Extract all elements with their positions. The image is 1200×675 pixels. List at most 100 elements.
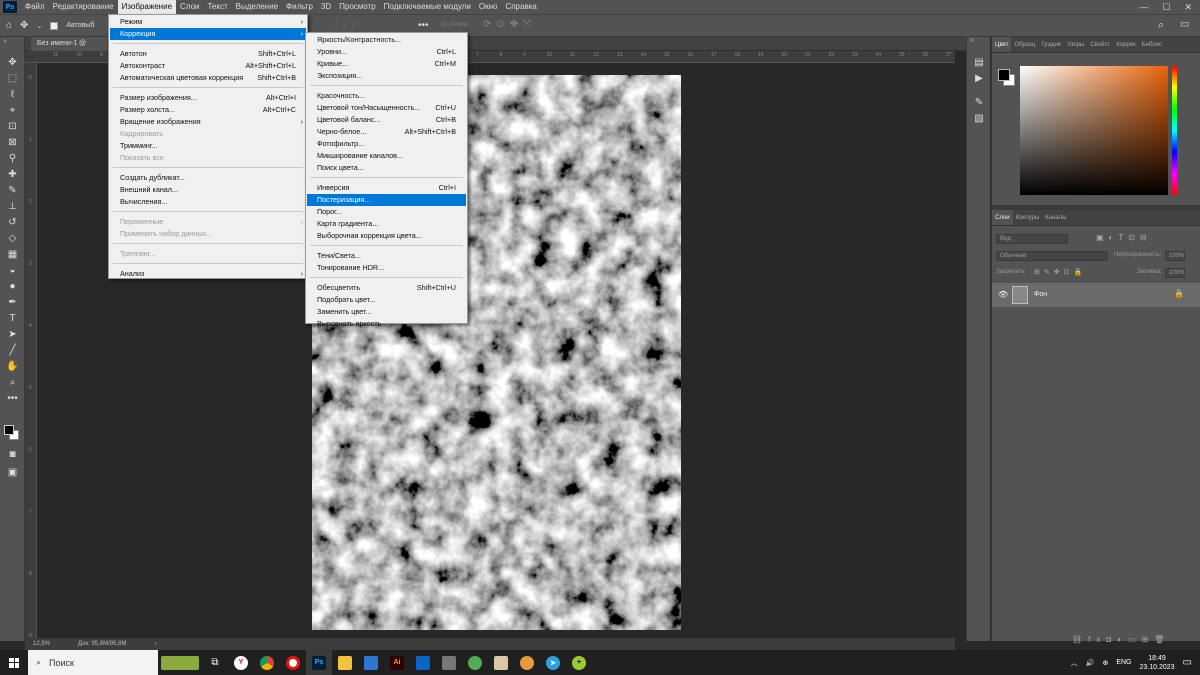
opacity-input[interactable]: 100% xyxy=(1165,251,1185,261)
home-icon[interactable]: ⌂ xyxy=(6,20,12,31)
history-icon[interactable]: ▤ xyxy=(967,55,991,71)
color-spectrum[interactable] xyxy=(1020,66,1168,195)
app-icon[interactable] xyxy=(436,650,462,675)
menu-item[interactable]: Размер изображения... Alt+Ctrl+I xyxy=(110,92,306,104)
store-icon[interactable] xyxy=(358,650,384,675)
notifications-icon[interactable]: ▭ xyxy=(1183,657,1192,668)
panel-tab-1[interactable]: Образц xyxy=(1011,37,1038,52)
menu-item[interactable]: Микширование каналов... xyxy=(307,150,466,162)
menu-item[interactable]: Черно-белое... Alt+Shift+Ctrl+B xyxy=(307,126,466,138)
menu-10[interactable]: Окно xyxy=(475,0,502,14)
lock-icons[interactable]: ⊞✎✥⊡🔒 xyxy=(1034,268,1086,276)
mail-icon[interactable] xyxy=(410,650,436,675)
menu-item[interactable]: Вращение изображения › xyxy=(110,116,306,128)
menu-item[interactable]: Автоматическая цветовая коррекция Shift+C… xyxy=(110,72,306,84)
quick-select-tool-icon[interactable]: ⌖ xyxy=(0,103,25,119)
panel-tab-0[interactable]: Цвет xyxy=(992,37,1012,52)
status-arrow-icon[interactable]: › xyxy=(154,641,156,647)
menu-item[interactable]: Тримминг... xyxy=(110,140,306,152)
lasso-tool-icon[interactable]: ℓ xyxy=(0,87,25,103)
menu-item[interactable]: Внешний канал... xyxy=(110,184,306,196)
layer-name[interactable]: Фон xyxy=(1034,291,1047,298)
quick-mask-icon[interactable]: ◙ xyxy=(0,447,25,463)
widgets-icon[interactable] xyxy=(158,650,202,675)
menu-item[interactable]: Карта градиента... xyxy=(307,218,466,230)
menu-8[interactable]: Просмотр xyxy=(335,0,380,14)
visibility-eye-icon[interactable]: 👁 xyxy=(998,290,1008,299)
brush-tool-icon[interactable]: ✎ xyxy=(0,183,25,199)
menu-6[interactable]: Фильтр xyxy=(282,0,317,14)
menu-7[interactable]: 3D xyxy=(317,0,335,14)
line-tool-icon[interactable]: ╱ xyxy=(0,343,25,359)
workspace-icon[interactable]: ▭ xyxy=(1180,19,1189,30)
menu-1[interactable]: Редактирование xyxy=(49,0,118,14)
taskbar-search[interactable]: ⌕ Поиск xyxy=(28,650,158,675)
layer-lock-icon[interactable]: 🔒 xyxy=(1174,289,1184,298)
hand-tool-icon[interactable]: ✋ xyxy=(0,359,25,375)
foreground-swatch[interactable] xyxy=(998,69,1010,81)
gradient-tool-icon[interactable]: ▦ xyxy=(0,247,25,263)
panel-tab-0[interactable]: Слои xyxy=(992,210,1013,225)
tray-chevron-icon[interactable]: ︿ xyxy=(1071,658,1078,668)
blur-tool-icon[interactable]: ◒ xyxy=(0,263,25,279)
menu-5[interactable]: Выделение xyxy=(232,0,282,14)
menu-item[interactable]: Автоконтраст Alt+Shift+Ctrl+L xyxy=(110,60,306,72)
layer-search-input[interactable]: Вид xyxy=(996,234,1068,244)
menu-item[interactable]: Коррекция › xyxy=(110,28,306,40)
actions-icon[interactable]: ▶ xyxy=(967,71,991,87)
maximize-icon[interactable]: ☐ xyxy=(1162,2,1170,13)
menu-item[interactable]: Поиск цвета... xyxy=(307,162,466,174)
menu-3[interactable]: Слои xyxy=(176,0,203,14)
layer-filter-icons[interactable]: ▣◐T⊡⊟ xyxy=(1096,233,1152,242)
more-tools-icon[interactable]: ••• xyxy=(0,391,25,407)
eyedropper-tool-icon[interactable]: ⚲ xyxy=(0,151,25,167)
healing-tool-icon[interactable]: ✚ xyxy=(0,167,25,183)
app-photo-icon[interactable] xyxy=(488,650,514,675)
3d-tools-icons[interactable]: ⟳⊙✥⤧ xyxy=(483,19,536,30)
foreground-color-swatch[interactable] xyxy=(4,425,14,435)
lang-indicator[interactable]: ENG xyxy=(1116,659,1131,666)
adjustments-icon[interactable]: ✎ xyxy=(967,95,991,111)
opera-icon[interactable] xyxy=(280,650,306,675)
menu-item[interactable]: Постеризация... xyxy=(307,194,466,206)
blend-mode-select[interactable]: Обычные xyxy=(996,251,1108,261)
history-brush-icon[interactable]: ↺ xyxy=(0,215,25,231)
path-select-tool-icon[interactable]: ➤ xyxy=(0,327,25,343)
app-green-icon[interactable] xyxy=(462,650,488,675)
app-orange-icon[interactable] xyxy=(514,650,540,675)
menu-item[interactable]: Выборочная коррекция цвета... xyxy=(307,230,466,242)
menu-item[interactable]: Уровни... Ctrl+L xyxy=(307,46,466,58)
document-tab[interactable]: Без имени-1 @ 12,5% xyxy=(31,37,107,61)
pen-tool-icon[interactable]: ✒ xyxy=(0,295,25,311)
menu-item[interactable]: Подобрать цвет... xyxy=(307,294,466,306)
frame-tool-icon[interactable]: ⊠ xyxy=(0,135,25,151)
type-tool-icon[interactable]: T xyxy=(0,311,25,327)
menu-item[interactable]: Порог... xyxy=(307,206,466,218)
panel-tab-2[interactable]: Каналы xyxy=(1042,210,1069,225)
telegram-icon[interactable]: ➤ xyxy=(540,650,566,675)
collapse-icon[interactable]: » xyxy=(0,37,24,55)
menu-item[interactable]: Цветовой тон/Насыщенность... Ctrl+U xyxy=(307,102,466,114)
menu-item[interactable]: Красочность... xyxy=(307,90,466,102)
auto-select-checkbox[interactable] xyxy=(50,21,59,30)
menu-item[interactable]: Заменить цвет... xyxy=(307,306,466,318)
menu-item[interactable]: Инверсия Ctrl+I xyxy=(307,182,466,194)
panel-tab-2[interactable]: Градие xyxy=(1038,37,1064,52)
menu-9[interactable]: Подключаемые модули xyxy=(380,0,475,14)
close-icon[interactable]: ✕ xyxy=(1184,2,1192,13)
menu-item[interactable]: Кривые... Ctrl+M xyxy=(307,58,466,70)
menu-4[interactable]: Текст xyxy=(203,0,231,14)
hue-slider[interactable] xyxy=(1172,66,1177,195)
menu-item[interactable]: Размер холста... Alt+Ctrl+C xyxy=(110,104,306,116)
menu-item[interactable]: Создать дубликат... xyxy=(110,172,306,184)
stamp-tool-icon[interactable]: ⊥ xyxy=(0,199,25,215)
explorer-icon[interactable] xyxy=(332,650,358,675)
expand-icon[interactable]: « xyxy=(967,37,990,44)
menu-item[interactable]: Яркость/Контрастность... xyxy=(307,34,466,46)
move-tool-icon[interactable]: ✥ xyxy=(20,20,28,31)
menu-item[interactable]: Цветовой баланс... Ctrl+B xyxy=(307,114,466,126)
minimize-icon[interactable]: — xyxy=(1139,2,1148,13)
yandex-icon[interactable]: Y xyxy=(228,650,254,675)
menu-item[interactable]: Экспозиция... xyxy=(307,70,466,82)
clock[interactable]: 18:49 23.10.2023 xyxy=(1140,654,1175,672)
